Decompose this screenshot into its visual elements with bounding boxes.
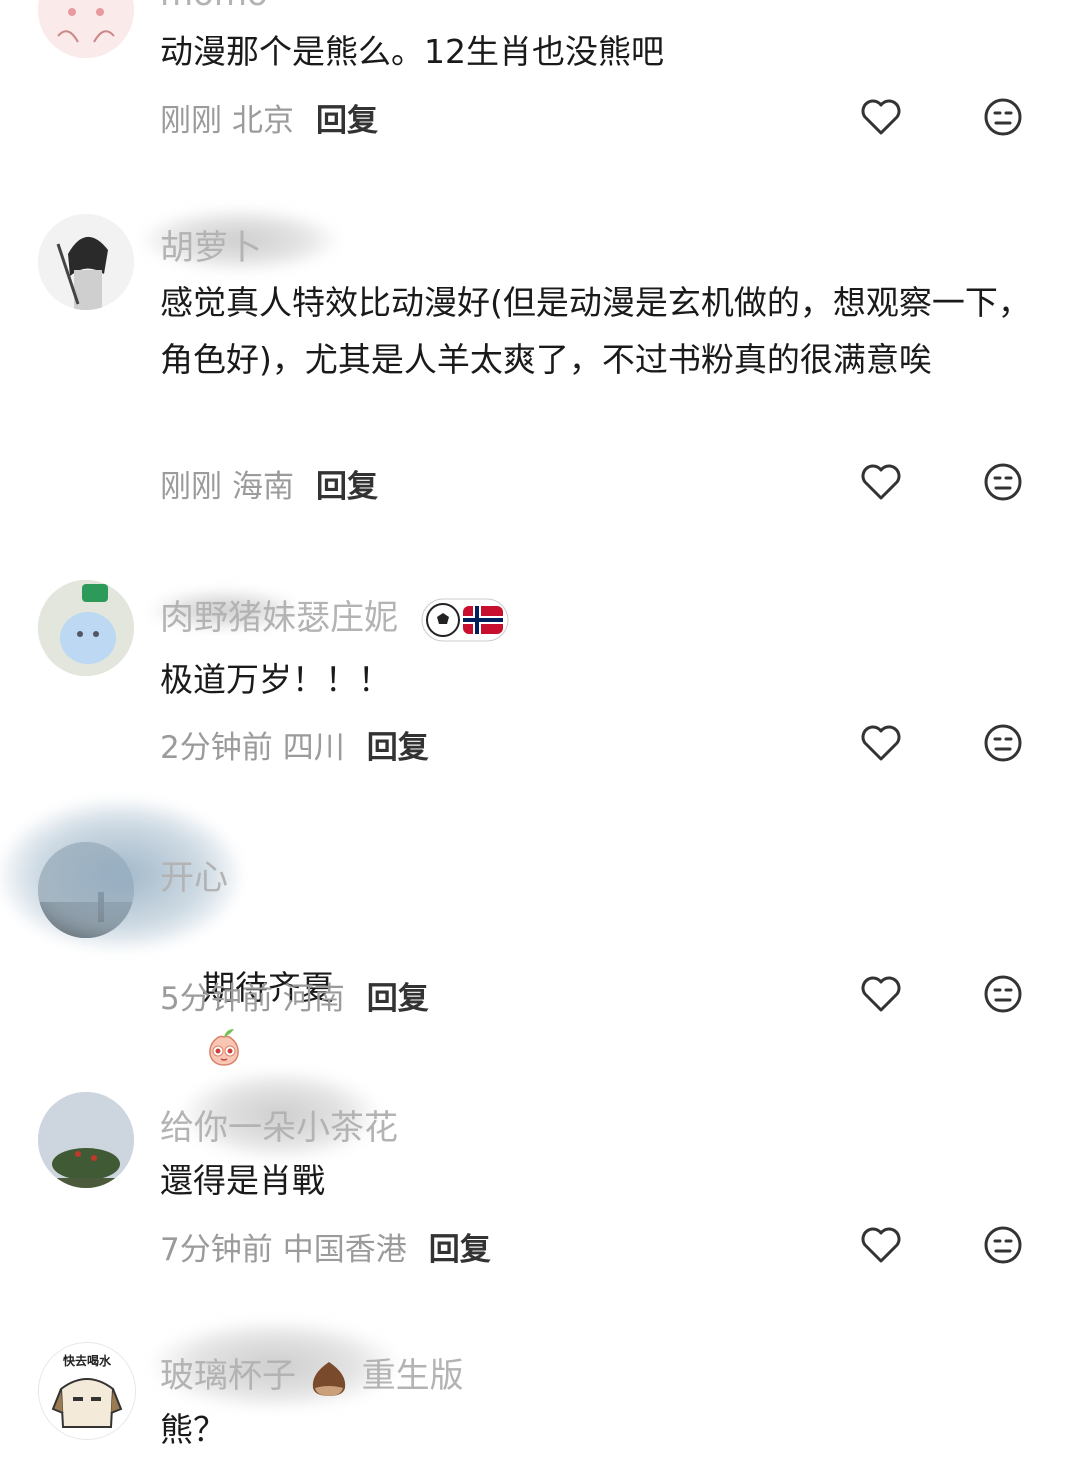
neutral-face-icon[interactable] xyxy=(981,721,1025,765)
comment-time: 7分钟前 xyxy=(160,1232,273,1268)
avatar-image xyxy=(38,1092,134,1188)
reply-button[interactable]: 回复 xyxy=(367,981,429,1017)
peach-emoji-icon xyxy=(209,1028,239,1066)
username-row: 玻璃杯子 重生版 xyxy=(160,1348,464,1400)
avatar[interactable]: 快去喝水 xyxy=(38,1342,136,1440)
heart-outline-icon[interactable] xyxy=(859,95,903,139)
comment-time: 刚刚 xyxy=(160,103,222,139)
comment-meta: 刚刚 北京 回复 xyxy=(160,95,378,140)
heart-outline-icon[interactable] xyxy=(859,972,903,1016)
comment-time: 5分钟前 xyxy=(160,981,273,1017)
comment-meta: 5分钟前 河南 回复 xyxy=(160,973,429,1018)
avatar-image xyxy=(38,580,134,676)
comment-text: 還得是肖戰 xyxy=(160,1161,325,1200)
neutral-face-icon[interactable] xyxy=(981,1223,1025,1267)
avatar[interactable] xyxy=(38,580,134,676)
neutral-face-icon[interactable] xyxy=(981,972,1025,1016)
comment-location: 中国香港 xyxy=(282,1232,407,1268)
username[interactable]: 肉野猪妹瑟庄妮 xyxy=(160,598,398,638)
neutral-face-icon[interactable] xyxy=(981,460,1025,504)
avatar[interactable] xyxy=(38,214,134,310)
comment-meta: 2分钟前 四川 回复 xyxy=(160,722,429,767)
comment-meta: 刚刚 海南 回复 xyxy=(160,461,378,506)
football-norway-badge-icon xyxy=(421,598,509,641)
username[interactable]: 开心 xyxy=(160,850,228,899)
comment-location: 海南 xyxy=(232,469,294,505)
avatar[interactable] xyxy=(38,1092,134,1188)
comment-text: 熊？ xyxy=(160,1410,226,1449)
comment-text: 感觉真人特效比动漫好(但是动漫是玄机做的，想观察一下，角色好)，尤其是人羊太爽了… xyxy=(160,283,1031,379)
avatar-image xyxy=(38,214,134,310)
avatar-caption: 快去喝水 xyxy=(63,1353,112,1368)
chestnut-emoji-icon xyxy=(312,1361,346,1396)
comment-text: 极道万岁！！！ xyxy=(160,660,391,699)
comment-time: 2分钟前 xyxy=(160,730,273,766)
neutral-face-icon[interactable] xyxy=(981,95,1025,139)
heart-outline-icon[interactable] xyxy=(859,460,903,504)
heart-outline-icon[interactable] xyxy=(859,721,903,765)
username[interactable]: 给你一朵小茶花 xyxy=(160,1100,398,1149)
avatar-image: 快去喝水 xyxy=(39,1343,135,1439)
username-row: 肉野猪妹瑟庄妮 xyxy=(160,590,509,642)
heart-outline-icon[interactable] xyxy=(859,1223,903,1267)
reply-button[interactable]: 回复 xyxy=(367,730,429,766)
username[interactable]: 玻璃杯子 xyxy=(160,1356,296,1396)
avatar[interactable] xyxy=(38,0,134,58)
username-suffix: 重生版 xyxy=(361,1356,464,1396)
username[interactable]: momo xyxy=(160,0,268,14)
comment-time: 刚刚 xyxy=(160,469,222,505)
comment-text: 动漫那个是熊么。12生肖也没熊吧 xyxy=(160,32,664,71)
reply-button[interactable]: 回复 xyxy=(429,1232,491,1268)
comment-meta: 7分钟前 中国香港 回复 xyxy=(160,1224,491,1269)
reply-button[interactable]: 回复 xyxy=(316,103,378,139)
reply-button[interactable]: 回复 xyxy=(316,469,378,505)
username[interactable]: 胡萝卜 xyxy=(160,220,262,269)
comment-location: 北京 xyxy=(232,103,294,139)
comment-location: 河南 xyxy=(282,981,345,1017)
avatar-image xyxy=(38,0,134,58)
comment-location: 四川 xyxy=(282,730,345,766)
